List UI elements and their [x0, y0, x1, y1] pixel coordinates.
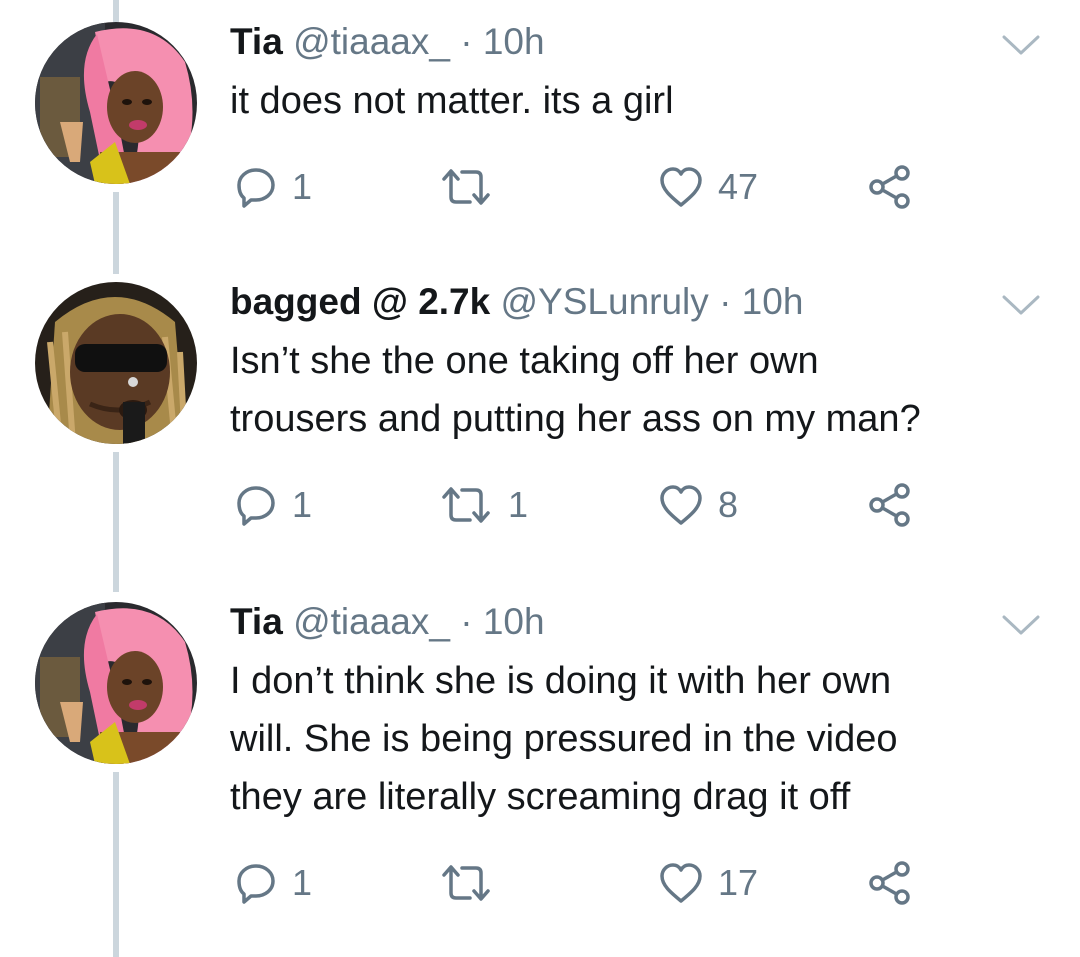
tweet-actions: 1 47 — [0, 162, 1080, 212]
share-icon — [869, 165, 910, 209]
tweet-header: bagged @ 2.7k @YSLunruly · 10h — [230, 280, 803, 324]
tweet-header: Tia @tiaaax_ · 10h — [230, 600, 545, 644]
display-name[interactable]: Tia — [230, 21, 283, 62]
display-name[interactable]: Tia — [230, 601, 283, 642]
like-count: 47 — [718, 166, 759, 207]
retweet-count: 1 — [508, 484, 529, 525]
separator-dot: · — [719, 281, 732, 322]
like-icon — [660, 167, 702, 207]
like-button[interactable]: 8 — [658, 480, 738, 530]
retweet-button[interactable] — [438, 858, 508, 908]
like-count: 8 — [718, 484, 739, 525]
share-button[interactable] — [866, 858, 914, 908]
share-icon — [869, 861, 910, 905]
tweet-text-line: will. She is being pressured in the vide… — [230, 718, 898, 760]
tweet-text: it does not matter. its a girl — [230, 72, 1050, 130]
reply-button[interactable]: 1 — [234, 858, 312, 908]
avatar[interactable] — [35, 602, 197, 764]
retweet-icon — [442, 169, 490, 205]
reply-icon — [237, 168, 275, 208]
tweet-text: Isn’t she the one taking off her own tro… — [230, 332, 1050, 448]
avatar[interactable] — [35, 282, 197, 444]
retweet-button[interactable] — [438, 162, 508, 212]
tweet-text-line: they are literally screaming drag it off — [230, 776, 851, 818]
timestamp[interactable]: 10h — [483, 21, 545, 62]
reply-button[interactable]: 1 — [234, 480, 312, 530]
tweet-text-line: I don’t think she is doing it with her o… — [230, 660, 892, 702]
retweet-icon — [442, 487, 490, 523]
separator-dot: · — [460, 21, 473, 62]
avatar[interactable] — [35, 22, 197, 184]
timestamp[interactable]: 10h — [483, 601, 545, 642]
retweet-icon — [442, 865, 490, 901]
reply-count: 1 — [292, 166, 313, 207]
tweet-header: Tia @tiaaax_ · 10h — [230, 20, 545, 64]
like-icon — [660, 485, 702, 525]
reply-icon — [237, 864, 275, 904]
like-button[interactable]: 47 — [658, 162, 758, 212]
timestamp[interactable]: 10h — [742, 281, 804, 322]
reply-button[interactable]: 1 — [234, 162, 312, 212]
like-icon — [660, 863, 702, 903]
display-name[interactable]: bagged @ 2.7k — [230, 281, 490, 322]
share-icon — [869, 483, 910, 527]
user-handle[interactable]: @tiaaax_ — [293, 21, 450, 62]
separator-dot: · — [460, 601, 473, 642]
tweet-text-line: trousers and putting her ass on my man? — [230, 398, 921, 440]
retweet-button[interactable]: 1 — [438, 480, 528, 530]
user-handle[interactable]: @YSLunruly — [501, 281, 709, 322]
chevron-down-icon[interactable] — [1000, 32, 1042, 58]
user-handle[interactable]: @tiaaax_ — [293, 601, 450, 642]
tweet-text-line: it does not matter. its a girl — [230, 80, 674, 122]
reply-count: 1 — [292, 862, 313, 903]
like-count: 17 — [718, 862, 759, 903]
tweet-text: I don’t think she is doing it with her o… — [230, 652, 1050, 826]
chevron-down-icon[interactable] — [1000, 292, 1042, 318]
reply-icon — [237, 486, 275, 526]
reply-count: 1 — [292, 484, 313, 525]
chevron-down-icon[interactable] — [1000, 612, 1042, 638]
share-button[interactable] — [866, 480, 914, 530]
thread-line — [113, 0, 119, 22]
tweet-actions: 1 17 — [0, 858, 1080, 908]
tweet-text-line: Isn’t she the one taking off her own — [230, 340, 819, 382]
tweet-actions: 1 1 8 — [0, 480, 1080, 530]
like-button[interactable]: 17 — [658, 858, 758, 908]
share-button[interactable] — [866, 162, 914, 212]
